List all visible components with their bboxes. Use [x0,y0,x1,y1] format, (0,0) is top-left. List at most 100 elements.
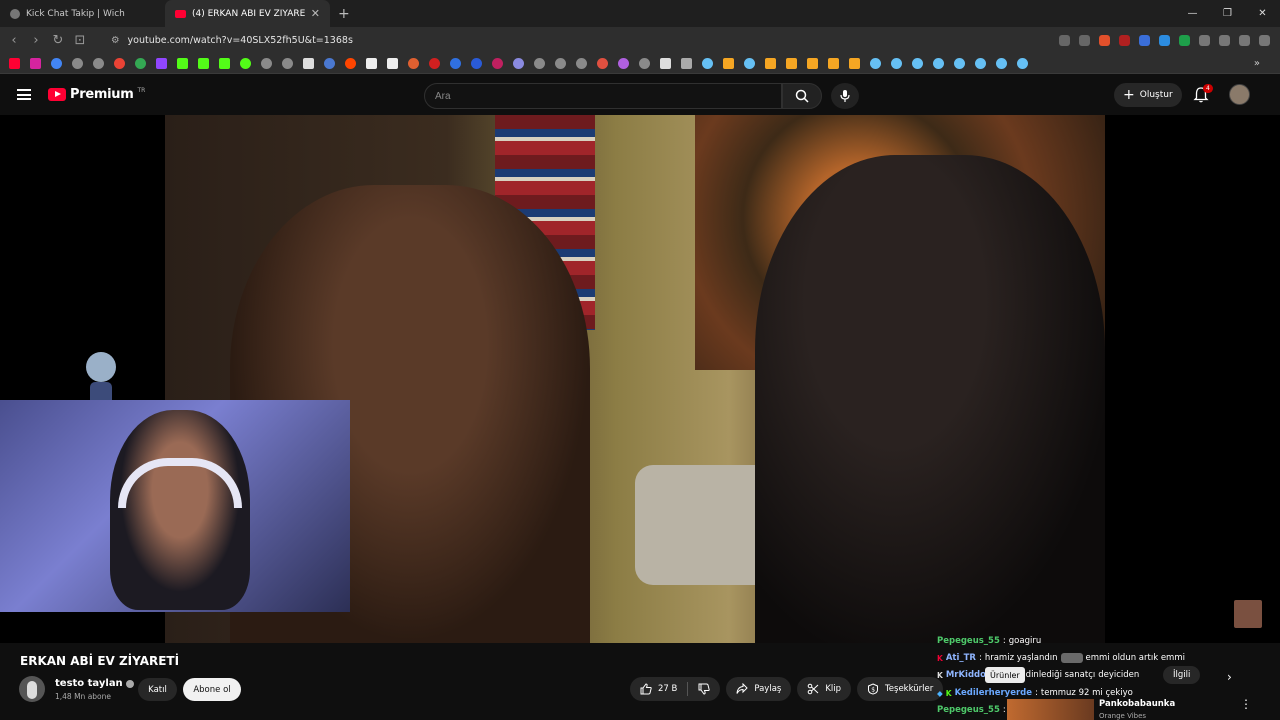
bookmark-icon[interactable] [240,58,251,69]
bookmark-steam-icon[interactable] [702,58,713,69]
media-icon[interactable] [1239,35,1250,46]
menu-icon[interactable] [1259,35,1270,46]
bookmark-icon[interactable] [72,58,83,69]
site-settings-icon[interactable]: ⚙ [111,35,120,46]
clip-button[interactable]: Klip [797,677,852,701]
bookmark-icon[interactable] [786,58,797,69]
related-chip[interactable]: İlgili [1163,666,1201,684]
back-icon[interactable]: ‹ [3,33,25,48]
close-window-icon[interactable]: ✕ [1245,0,1280,27]
youtube-logo[interactable]: Premium TR [48,87,145,102]
bookmark-steam-icon[interactable] [912,58,923,69]
bookmark-icon[interactable] [93,58,104,69]
bookmark-icon[interactable] [429,58,440,69]
bookmark-icon[interactable] [723,58,734,69]
recommended-title[interactable]: Pankobabaunka [1099,699,1175,709]
extensions-puzzle-icon[interactable] [1199,35,1210,46]
bookmark-kick-icon[interactable] [177,58,188,69]
recommended-thumbnail[interactable] [1007,699,1094,720]
more-bookmarks-icon[interactable]: » [1254,58,1260,69]
bookmark-icon[interactable] [597,58,608,69]
url-field[interactable]: ⚙ youtube.com/watch?v=40SLX52fh5U&t=1368… [103,30,1003,51]
bookmark-icon[interactable] [366,58,377,69]
bookmark-youtube-icon[interactable] [9,58,20,69]
bookmark-icon[interactable] [513,58,524,69]
bookmark-icon[interactable] [492,58,503,69]
bookmark-steam-icon[interactable] [891,58,902,69]
bookmark-steam-icon[interactable] [996,58,1007,69]
like-button[interactable]: 27 B [630,677,687,701]
bookmark-icon[interactable] [135,58,146,69]
bookmark-icon[interactable] [555,58,566,69]
bookmark-folder-icon[interactable] [681,58,692,69]
close-tab-icon[interactable]: ✕ [311,7,320,20]
bookmark-icon[interactable] [324,58,335,69]
extension-icon[interactable] [1119,35,1130,46]
bookmark-icon[interactable] [660,58,671,69]
new-tab-icon[interactable]: + [330,6,358,22]
bookmark-steam-icon[interactable] [744,58,755,69]
video-player[interactable] [0,115,1280,643]
bookmark-steam-icon[interactable] [1017,58,1028,69]
bookmark-steam-icon[interactable] [975,58,986,69]
share-icon [736,683,749,694]
bookmark-icon[interactable] [576,58,587,69]
sidebar-icon[interactable] [1219,35,1230,46]
bookmark-icon[interactable] [408,58,419,69]
bookmark-steam-icon[interactable] [954,58,965,69]
bookmark-steam-icon[interactable] [933,58,944,69]
menu-icon[interactable] [17,89,31,100]
chat-username: Pepegeus_55 [937,705,1000,715]
extension-icon[interactable] [1159,35,1170,46]
bookmark-instagram-icon[interactable] [30,58,41,69]
bookmark-x-icon[interactable] [303,58,314,69]
cast-icon[interactable] [1059,35,1070,46]
extension-icon[interactable] [1139,35,1150,46]
bookmark-twitch-icon[interactable] [156,58,167,69]
channel-name[interactable]: testo taylan [55,678,123,689]
search-box[interactable] [424,83,782,109]
reload-icon[interactable]: ↻ [47,33,69,48]
search-input[interactable] [435,90,781,102]
browser-tab-active[interactable]: (4) ERKAN ABİ EV ZİYARETİ - ✕ [165,0,330,27]
dislike-button[interactable] [688,677,720,701]
bookmark-icon[interactable] [114,58,125,69]
bookmark-icon[interactable] [828,58,839,69]
minimize-icon[interactable]: — [1175,0,1210,27]
channel-avatar[interactable] [19,676,45,702]
subscribe-button[interactable]: Abone ol [183,678,241,701]
join-button[interactable]: Katıl [138,678,177,701]
thanks-button[interactable]: $ Teşekkürler [857,677,944,701]
account-avatar[interactable] [1229,84,1250,105]
bookmark-icon[interactable] [639,58,650,69]
create-button[interactable]: + Oluştur [1114,83,1182,107]
bookmark-icon[interactable] [534,58,545,69]
share-icon[interactable] [1079,35,1090,46]
bookmark-kick-icon[interactable] [198,58,209,69]
bookmark-icon[interactable]: ⊡ [69,33,91,48]
bookmark-icon[interactable] [807,58,818,69]
bookmark-icon[interactable] [282,58,293,69]
bookmark-icon[interactable] [387,58,398,69]
bookmark-reddit-icon[interactable] [345,58,356,69]
bookmark-kick-icon[interactable] [219,58,230,69]
bookmark-icon[interactable] [618,58,629,69]
chevron-right-icon[interactable]: › [1227,670,1232,684]
browser-tab[interactable]: Kick Chat Takip | Wich [0,0,165,27]
restore-icon[interactable]: ❐ [1210,0,1245,27]
search-button[interactable] [782,83,822,109]
channel-name-row[interactable]: testo taylan [55,678,134,689]
bookmark-icon[interactable] [765,58,776,69]
bookmark-icon[interactable] [51,58,62,69]
bookmark-icon[interactable] [261,58,272,69]
bookmark-icon[interactable] [471,58,482,69]
bookmark-icon[interactable] [849,58,860,69]
share-button[interactable]: Paylaş [726,677,792,701]
brave-shield-icon[interactable] [1099,35,1110,46]
extension-icon[interactable] [1179,35,1190,46]
bookmark-steam-icon[interactable] [870,58,881,69]
more-options-icon[interactable]: ⋮ [1240,697,1252,711]
voice-search-button[interactable] [831,83,859,109]
forward-icon[interactable]: › [25,33,47,48]
bookmark-icon[interactable] [450,58,461,69]
